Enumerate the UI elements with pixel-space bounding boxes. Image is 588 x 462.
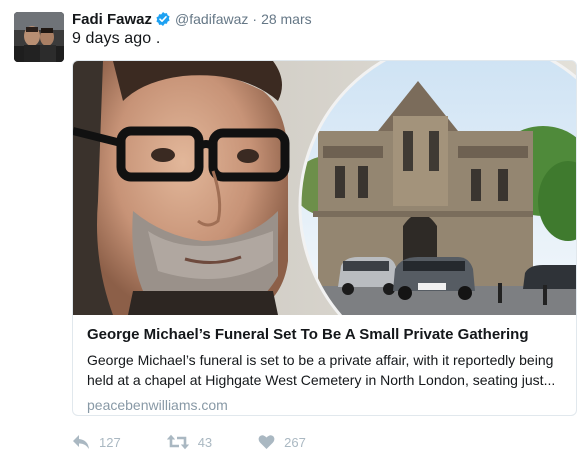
retweet-count: 43	[197, 434, 213, 450]
card-title[interactable]: George Michael’s Funeral Set To Be A Sma…	[87, 325, 564, 344]
card-domain[interactable]: peacebenwilliams.com	[87, 397, 564, 413]
author-name[interactable]: Fadi Fawaz	[72, 11, 152, 28]
tweet-actions: 127 43 267	[72, 432, 352, 452]
card-image[interactable]	[73, 61, 576, 315]
reply-button[interactable]: 127	[72, 434, 121, 450]
header-separator: ·	[252, 11, 258, 27]
author-handle[interactable]: @fadifawaz	[175, 11, 248, 27]
tweet: Fadi Fawaz @fadifawaz · 28 mars 9 days a…	[0, 0, 588, 462]
reply-icon	[73, 435, 89, 449]
retweet-button[interactable]: 43	[166, 434, 213, 450]
retweet-icon	[166, 434, 189, 450]
verified-badge-icon	[156, 12, 170, 26]
tweet-header: Fadi Fawaz @fadifawaz · 28 mars	[72, 9, 312, 29]
link-card[interactable]: George Michael’s Funeral Set To Be A Sma…	[72, 60, 577, 416]
avatar[interactable]	[14, 12, 64, 62]
tweet-date[interactable]: 28 mars	[261, 11, 312, 27]
card-description: George Michael’s funeral is set to be a …	[87, 352, 556, 388]
like-count: 267	[284, 434, 306, 450]
heart-icon	[258, 435, 275, 449]
tweet-text: 9 days ago .	[72, 30, 161, 47]
like-button[interactable]: 267	[258, 434, 306, 450]
reply-count: 127	[99, 434, 121, 450]
card-body: George Michael’s Funeral Set To Be A Sma…	[73, 315, 576, 413]
